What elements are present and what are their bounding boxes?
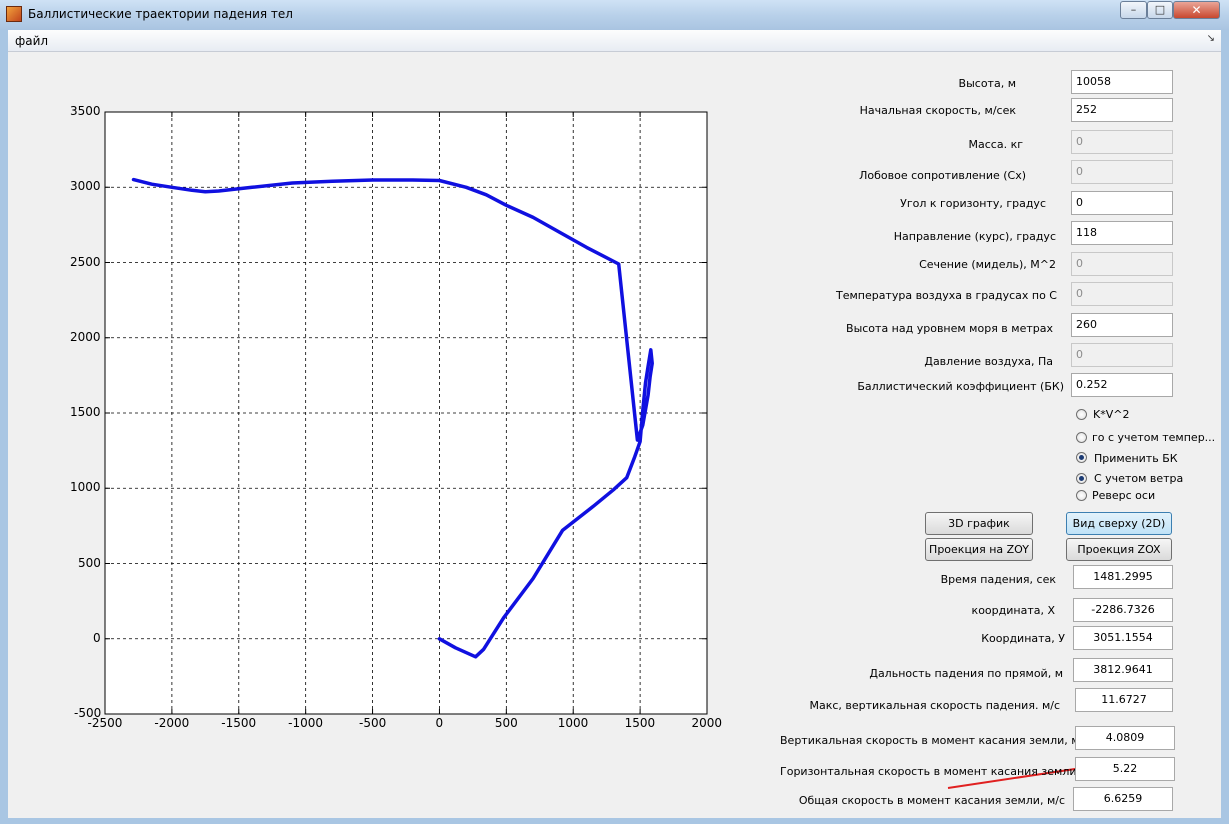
total-impact-speed-label: Общая скорость в момент касания земли, м… xyxy=(798,794,1065,807)
coord-y-value: 3051.1554 xyxy=(1073,626,1173,650)
y-tick-label: 3000 xyxy=(70,179,101,194)
y-tick-label: 2500 xyxy=(70,254,101,269)
option-temperature-label: го с учетом темпер... xyxy=(1092,431,1216,444)
x-tick-label: 2000 xyxy=(691,716,723,730)
coord-x-label: координата, Х xyxy=(971,604,1055,617)
trajectory-line xyxy=(131,177,654,659)
projection-zox-button[interactable]: Проекция ZOX xyxy=(1066,538,1172,561)
option-wind-label: С учетом ветра xyxy=(1094,472,1184,485)
option-kv2-radio[interactable] xyxy=(1076,409,1087,420)
temperature-label: Температура воздуха в градусах по С xyxy=(835,289,1057,302)
altitude-asl-input[interactable]: 260 xyxy=(1071,313,1173,337)
y-tick-label: 3500 xyxy=(70,104,101,118)
max-vertical-speed-value: 11.6727 xyxy=(1075,688,1173,712)
fall-time-label: Время падения, сек xyxy=(940,573,1056,586)
height-input[interactable]: 10058 xyxy=(1071,70,1173,94)
straight-distance-label: Дальность падения по прямой, м xyxy=(869,667,1063,680)
plot-3d-button[interactable]: 3D график xyxy=(925,512,1033,535)
initial-speed-input[interactable]: 252 xyxy=(1071,98,1173,122)
angle-label: Угол к горизонту, градус xyxy=(900,197,1046,210)
total-impact-speed-value: 6.6259 xyxy=(1073,787,1173,811)
x-tick-label: -1000 xyxy=(288,716,324,730)
angle-input[interactable]: 0 xyxy=(1071,191,1173,215)
cross-section-label: Сечение (мидель), М^2 xyxy=(919,258,1056,271)
y-tick-label: -500 xyxy=(74,706,102,720)
max-vertical-speed-label: Макс, вертикальная скорость падения. м/с xyxy=(809,699,1060,712)
vertical-impact-speed-value: 4.0809 xyxy=(1075,726,1175,750)
vertical-impact-speed-label: Вертикальная скорость в момент касания з… xyxy=(780,734,1090,747)
y-tick-label: 2000 xyxy=(70,329,101,344)
x-tick-label: 1500 xyxy=(624,716,656,730)
projection-zoy-button[interactable]: Проекция на ZOY xyxy=(925,538,1033,561)
horizontal-impact-speed-label: Горизонтальная скорость в момент касания… xyxy=(780,765,1102,778)
cross-section-input[interactable]: 0 xyxy=(1071,252,1173,276)
x-tick-label: -1500 xyxy=(221,716,257,730)
mass-label: Масса. кг xyxy=(968,138,1023,151)
option-temperature-radio[interactable] xyxy=(1076,432,1087,443)
y-tick-label: 0 xyxy=(93,630,101,645)
initial-speed-label: Начальная скорость, м/сек xyxy=(859,104,1016,117)
air-pressure-input[interactable]: 0 xyxy=(1071,343,1173,367)
y-tick-label: 1500 xyxy=(70,405,101,419)
x-tick-label: -500 xyxy=(359,716,387,730)
mass-input[interactable]: 0 xyxy=(1071,130,1173,154)
ballistic-coef-input[interactable]: 0.252 xyxy=(1071,373,1173,397)
x-tick-label: -2000 xyxy=(154,716,190,730)
coord-y-label: Координата, У xyxy=(981,632,1065,645)
air-pressure-label: Давление воздуха, Па xyxy=(924,355,1053,368)
option-wind-radio[interactable] xyxy=(1076,473,1087,484)
x-tick-label: 0 xyxy=(435,716,444,730)
option-apply-bc-label: Применить БК xyxy=(1094,452,1178,465)
ballistic-coef-label: Баллистический коэффициент (БК) xyxy=(857,380,1064,393)
option-kv2-label: K*V^2 xyxy=(1093,408,1130,421)
drag-coefficient-label: Лобовое сопротивление (Сх) xyxy=(859,169,1026,182)
straight-distance-value: 3812.9641 xyxy=(1073,658,1173,682)
y-tick-label: 500 xyxy=(78,555,101,570)
option-apply-bc-radio[interactable] xyxy=(1076,452,1087,463)
x-tick-label: 1000 xyxy=(557,716,589,730)
temperature-input[interactable]: 0 xyxy=(1071,282,1173,306)
top-view-button[interactable]: Вид сверху (2D) xyxy=(1066,512,1172,535)
x-tick-label: 500 xyxy=(494,716,518,730)
course-label: Направление (курс), градус xyxy=(893,230,1056,243)
coord-x-value: -2286.7326 xyxy=(1073,598,1173,622)
option-reverse-axis-label: Реверс оси xyxy=(1092,489,1156,502)
course-input[interactable]: 118 xyxy=(1071,221,1173,245)
drag-coefficient-input[interactable]: 0 xyxy=(1071,160,1173,184)
option-reverse-axis-radio[interactable] xyxy=(1076,490,1087,501)
plot-grid xyxy=(105,112,707,714)
altitude-asl-label: Высота над уровнем моря в метрах xyxy=(846,322,1053,335)
y-tick-label: 1000 xyxy=(70,480,101,495)
fall-time-value: 1481.2995 xyxy=(1073,565,1173,589)
height-label: Высота, м xyxy=(958,77,1016,90)
horizontal-impact-speed-value: 5.22 xyxy=(1075,757,1175,781)
